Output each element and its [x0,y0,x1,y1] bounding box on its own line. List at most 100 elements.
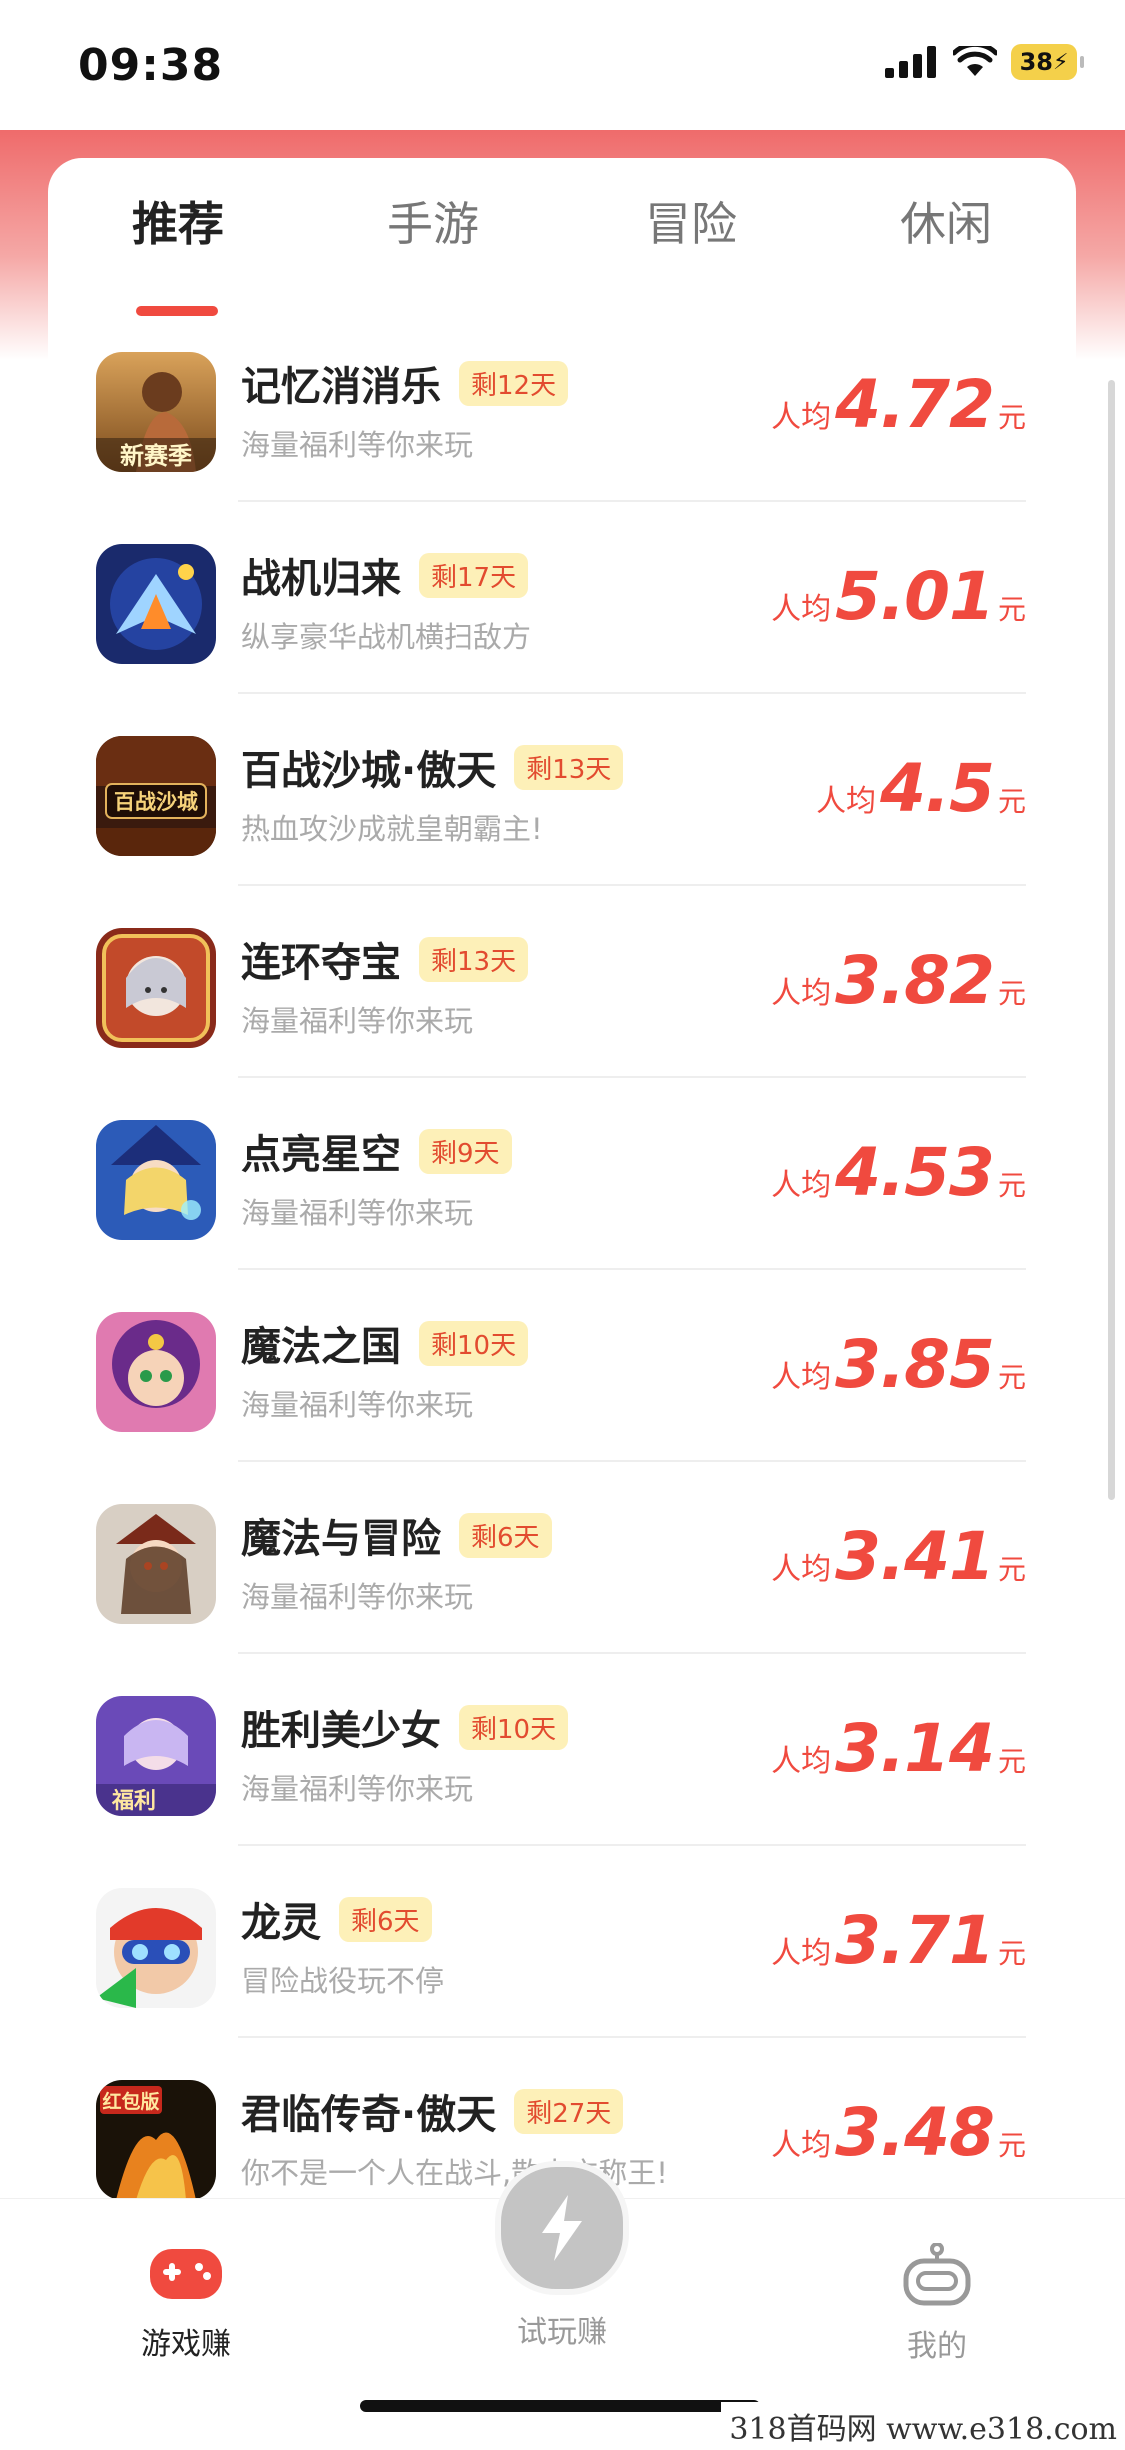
reward-prefix: 人均 [771,592,832,627]
reward-prefix: 人均 [771,1360,832,1395]
status-bar: 09:38 38 ⚡ [0,0,1125,130]
wifi-icon [953,46,997,76]
reward-unit: 元 [997,1745,1026,1778]
watermark: 318首码网 www.e318.com [721,2402,1125,2450]
nav-label: 游戏赚 [141,2327,231,2362]
game-title: 魔法与冒险 [241,1516,441,1562]
reward-amount: 人均 3.82 元 [771,942,1026,1019]
game-description: 海量福利等你来玩 [241,428,474,462]
days-left-badge: 剩6天 [339,1897,432,1942]
tab-adventure[interactable]: 冒险 [645,188,737,254]
reward-amount: 人均 4.5 元 [816,750,1026,827]
reward-unit: 元 [997,1361,1026,1394]
days-left-badge: 剩12天 [459,361,569,406]
reward-prefix: 人均 [771,2128,832,2163]
reward-unit: 元 [997,785,1026,818]
days-left-badge: 剩9天 [419,1129,512,1174]
game-icon-text: 百战沙城 [114,790,198,814]
game-name: 连环夺宝 剩13天 [241,930,529,988]
game-title: 胜利美少女 [241,1708,441,1754]
game-name: 魔法与冒险 剩6天 [241,1506,552,1564]
game-title: 记忆消消乐 [241,364,441,410]
game-name: 魔法之国 剩10天 [241,1314,529,1372]
game-row[interactable]: 战机归来 剩17天 纵享豪华战机横扫敌方 人均 5.01 元 [48,502,1076,694]
status-icons: 38 ⚡ [885,44,1084,80]
reward-value: 5.01 [835,558,995,635]
game-name: 胜利美少女 剩10天 [241,1698,569,1756]
game-name: 君临传奇·傲天 剩27天 [241,2082,624,2140]
reward-amount: 人均 4.53 元 [771,1134,1026,1211]
tab-recommended[interactable]: 推荐 [132,188,224,254]
tab-mobile-games[interactable]: 手游 [387,188,479,254]
days-left-badge: 剩6天 [459,1513,552,1558]
nav-mine[interactable]: 我的 [837,2242,1037,2365]
game-title: 君临传奇·傲天 [241,2092,497,2138]
reward-prefix: 人均 [771,1168,832,1203]
reward-value: 3.85 [835,1326,995,1403]
game-title: 连环夺宝 [241,940,401,986]
game-title: 战机归来 [241,556,401,602]
game-title: 百战沙城·傲天 [241,748,497,794]
reward-amount: 人均 4.72 元 [771,366,1026,443]
game-row[interactable]: 魔法与冒险 剩6天 海量福利等你来玩 人均 3.41 元 [48,1462,1076,1654]
battery-level: 38 [1019,48,1053,76]
category-tabs: 推荐 手游 冒险 休闲 [48,188,1076,316]
game-name: 战机归来 剩17天 [241,546,529,604]
robot-icon [903,2242,971,2306]
game-description: 海量福利等你来玩 [241,1388,474,1422]
reward-prefix: 人均 [771,1552,832,1587]
reward-unit: 元 [997,401,1026,434]
reward-prefix: 人均 [771,1936,832,1971]
game-icon-text: 福利 [111,1789,156,1814]
game-row[interactable]: 点亮星空 剩9天 海量福利等你来玩 人均 4.53 元 [48,1078,1076,1270]
tab-casual[interactable]: 休闲 [900,188,992,254]
reward-value: 3.82 [835,942,995,1019]
game-title: 魔法之国 [241,1324,401,1370]
game-row[interactable]: 连环夺宝 剩13天 海量福利等你来玩 人均 3.82 元 [48,886,1076,1078]
game-row[interactable]: 魔法之国 剩10天 海量福利等你来玩 人均 3.85 元 [48,1270,1076,1462]
game-icon-fighter [96,544,216,664]
game-description: 海量福利等你来玩 [241,1580,474,1614]
status-time: 09:38 [78,40,224,91]
gamepad-icon [150,2249,222,2299]
game-row[interactable]: 福利 胜利美少女 剩10天 海量福利等你来玩 人均 3.14 元 [48,1654,1076,1846]
reward-prefix: 人均 [771,976,832,1011]
reward-prefix: 人均 [771,400,832,435]
game-list: 新赛季 记忆消消乐 剩12天 海量福利等你来玩 人均 4.72 元 战机归来 剩… [48,310,1076,2230]
reward-value: 3.71 [835,1902,995,1979]
reward-prefix: 人均 [816,784,877,819]
game-description: 海量福利等你来玩 [241,1196,474,1230]
game-title: 点亮星空 [241,1132,401,1178]
home-indicator [360,2400,760,2412]
days-left-badge: 剩13天 [514,745,624,790]
game-title: 龙灵 [241,1900,321,1946]
game-description: 海量福利等你来玩 [241,1772,474,1806]
reward-value: 3.41 [835,1518,995,1595]
game-icon-text: 新赛季 [120,442,192,470]
game-description: 纵享豪华战机横扫敌方 [241,620,532,654]
trial-earn-button[interactable] [495,2161,629,2295]
game-description: 热血攻沙成就皇朝霸主! [241,812,543,846]
game-row[interactable]: 新赛季 记忆消消乐 剩12天 海量福利等你来玩 人均 4.72 元 [48,310,1076,502]
game-row[interactable]: 龙灵 剩6天 冒险战役玩不停 人均 3.71 元 [48,1846,1076,2038]
days-left-badge: 剩10天 [459,1705,569,1750]
reward-amount: 人均 3.41 元 [771,1518,1026,1595]
signal-icon [885,46,936,78]
game-name: 龙灵 剩6天 [241,1890,432,1948]
reward-amount: 人均 3.71 元 [771,1902,1026,1979]
reward-unit: 元 [997,593,1026,626]
days-left-badge: 剩27天 [514,2089,624,2134]
reward-value: 3.14 [835,1710,995,1787]
game-row[interactable]: 百战沙城 百战沙城·傲天 剩13天 热血攻沙成就皇朝霸主! 人均 4.5 元 [48,694,1076,886]
game-icon-magicadventure [96,1504,216,1624]
nav-game-earn[interactable]: 游戏赚 [86,2243,286,2363]
game-icon-victorygirl: 福利 [96,1696,216,1816]
lightning-icon [542,2195,582,2261]
scrollbar[interactable] [1108,380,1115,1500]
reward-amount: 人均 3.85 元 [771,1326,1026,1403]
game-icon-treasure [96,928,216,1048]
nav-label: 我的 [907,2329,967,2364]
game-icon-dragonspirit [96,1888,216,2008]
game-description: 冒险战役玩不停 [241,1964,445,1998]
game-icon-text: 红包版 [102,2090,159,2113]
